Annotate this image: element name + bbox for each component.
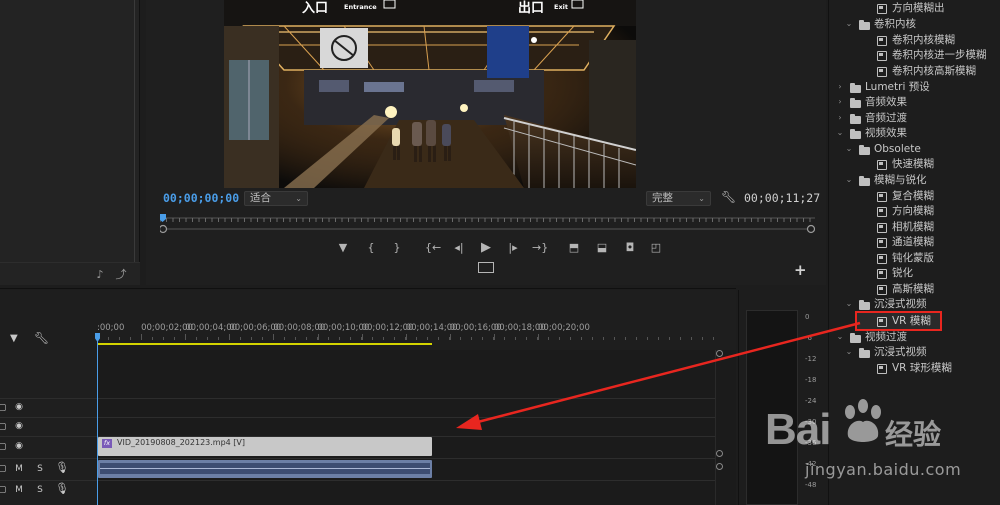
watermark-logo-text: Bai bbox=[765, 405, 831, 454]
watermark-url: jingyan.baidu.com bbox=[805, 460, 962, 479]
watermark-cn-text: 经验 bbox=[885, 418, 942, 451]
baidu-paw-logo bbox=[838, 398, 888, 448]
